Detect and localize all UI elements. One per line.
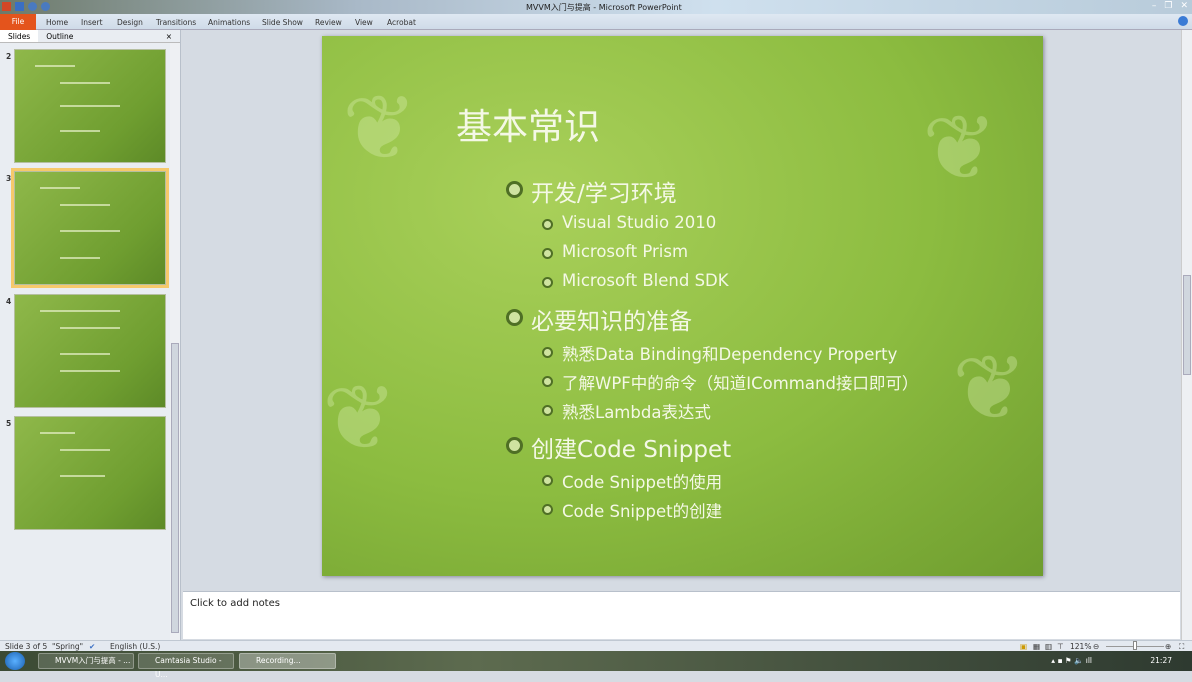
notes-pane[interactable]: Click to add notes	[183, 591, 1180, 639]
slide-canvas[interactable]: ❦ ❦ ❦ ❦ 基本常识 开发/学习环境 Visual Studio 2010 …	[322, 36, 1043, 576]
bullet-heading: 开发/学习环境	[531, 181, 677, 207]
normal-view-icon[interactable]: ▣	[1020, 642, 1027, 651]
zoom-slider-thumb[interactable]	[1133, 641, 1137, 650]
taskbar-item-label: MVVM入门与提高 - ...	[55, 656, 131, 665]
tab-outline[interactable]: Outline	[38, 30, 81, 42]
taskbar-item-powerpoint[interactable]: MVVM入门与提高 - ...	[38, 653, 134, 669]
minimize-button[interactable]: –	[1152, 1, 1157, 11]
zoom-out-button[interactable]: ⊖	[1093, 642, 1099, 651]
bullet-icon	[506, 309, 523, 326]
slide-title: 基本常识	[456, 107, 601, 148]
bullet-icon	[542, 405, 553, 416]
notes-placeholder: Click to add notes	[190, 598, 280, 609]
theme-name: "Spring"	[52, 642, 84, 651]
bullet-heading: 创建Code Snippet	[531, 437, 732, 463]
slide-thumbnail-selected[interactable]	[11, 168, 169, 288]
tab-transitions[interactable]: Transitions	[156, 18, 196, 27]
zoom-in-button[interactable]: ⊕	[1165, 642, 1171, 651]
bullet-item: Visual Studio 2010	[562, 213, 717, 232]
spell-check-icon[interactable]: ✔	[89, 642, 95, 651]
slide-number: 5	[6, 419, 12, 428]
slide-thumbnail[interactable]	[14, 49, 166, 163]
taskbar-item-label: Recording...	[256, 656, 301, 665]
status-bar: Slide 3 of 5 "Spring" ✔ English (U.S.) ▣…	[0, 640, 1192, 651]
ribbon-tabs: File Home Insert Design Transitions Anim…	[0, 14, 1192, 30]
bullet-item: 熟悉Lambda表达式	[562, 403, 711, 422]
start-button[interactable]	[5, 652, 25, 670]
bullet-icon	[542, 347, 553, 358]
quick-access-toolbar	[2, 2, 50, 11]
tab-acrobat[interactable]: Acrobat	[387, 18, 416, 27]
slide-number: 2	[6, 52, 12, 61]
bullet-icon	[542, 219, 553, 230]
bullet-item: 了解WPF中的命令（知道ICommand接口即可）	[562, 374, 919, 393]
slides-panel: Slides Outline × 2 3 4 5	[0, 30, 181, 640]
bullet-item: Code Snippet的使用	[562, 473, 723, 492]
tab-design[interactable]: Design	[117, 18, 143, 27]
reading-view-icon[interactable]: ▥	[1045, 642, 1052, 651]
taskbar-item-camtasia[interactable]: Camtasia Studio - U...	[138, 653, 234, 679]
bullet-icon	[542, 376, 553, 387]
slide-sorter-icon[interactable]: ▦	[1033, 642, 1040, 651]
powerpoint-logo-icon	[2, 2, 11, 11]
butterfly-decoration: ❦	[952, 336, 1028, 441]
bullet-icon	[542, 248, 553, 259]
clock[interactable]: 21:27	[1150, 656, 1172, 665]
close-button[interactable]: ✕	[1180, 1, 1188, 11]
butterfly-decoration: ❦	[922, 96, 998, 201]
bullet-item: Microsoft Prism	[562, 242, 689, 261]
redo-icon[interactable]	[41, 2, 50, 11]
language[interactable]: English (U.S.)	[110, 642, 160, 651]
slide-number: 4	[6, 297, 12, 306]
tab-slides[interactable]: Slides	[0, 30, 39, 42]
bullet-icon	[506, 181, 523, 198]
bullet-icon	[542, 504, 553, 515]
tab-view[interactable]: View	[355, 18, 373, 27]
tab-home[interactable]: Home	[46, 18, 68, 27]
bullet-icon	[542, 277, 553, 288]
bullet-icon	[506, 437, 523, 454]
slide-thumbnail[interactable]	[14, 294, 166, 408]
taskbar: MVVM入门与提高 - ... Camtasia Studio - U... R…	[0, 651, 1192, 679]
slide-number: 3	[6, 174, 12, 183]
zoom-level[interactable]: 121%	[1070, 642, 1091, 651]
tab-slide-show[interactable]: Slide Show	[262, 18, 303, 27]
tab-review[interactable]: Review	[315, 18, 342, 27]
taskbar-item-recording[interactable]: Recording...	[239, 653, 336, 669]
panel-scrollbar[interactable]	[170, 43, 180, 640]
undo-icon[interactable]	[28, 2, 37, 11]
slide-thumbnail[interactable]	[14, 416, 166, 530]
tab-animations[interactable]: Animations	[208, 18, 250, 27]
help-icon[interactable]	[1178, 16, 1188, 26]
title-bar: MVVM入门与提高 - Microsoft PowerPoint – ❐ ✕	[0, 0, 1192, 14]
bullet-item: 熟悉Data Binding和Dependency Property	[562, 345, 898, 364]
taskbar-item-label: Camtasia Studio - U...	[155, 656, 222, 679]
bullet-heading: 必要知识的准备	[531, 309, 692, 335]
system-tray-icons[interactable]: ▴ ▪ ⚑ 🔈 ıll	[1051, 656, 1092, 665]
bullet-item: Microsoft Blend SDK	[562, 271, 729, 290]
bullet-icon	[542, 475, 553, 486]
window-title: MVVM入门与提高 - Microsoft PowerPoint	[526, 3, 682, 12]
close-panel-button[interactable]: ×	[158, 30, 180, 42]
butterfly-decoration: ❦	[342, 76, 418, 181]
slide-indicator: Slide 3 of 5	[5, 642, 48, 651]
save-icon[interactable]	[15, 2, 24, 11]
slide-show-icon[interactable]: ⊤	[1057, 642, 1064, 651]
slide-scrollbar[interactable]	[1181, 30, 1192, 640]
butterfly-decoration: ❦	[322, 366, 398, 471]
bullet-item: Code Snippet的创建	[562, 502, 723, 521]
tab-file[interactable]: File	[0, 14, 36, 30]
maximize-button[interactable]: ❐	[1164, 1, 1172, 11]
tab-insert[interactable]: Insert	[81, 18, 103, 27]
